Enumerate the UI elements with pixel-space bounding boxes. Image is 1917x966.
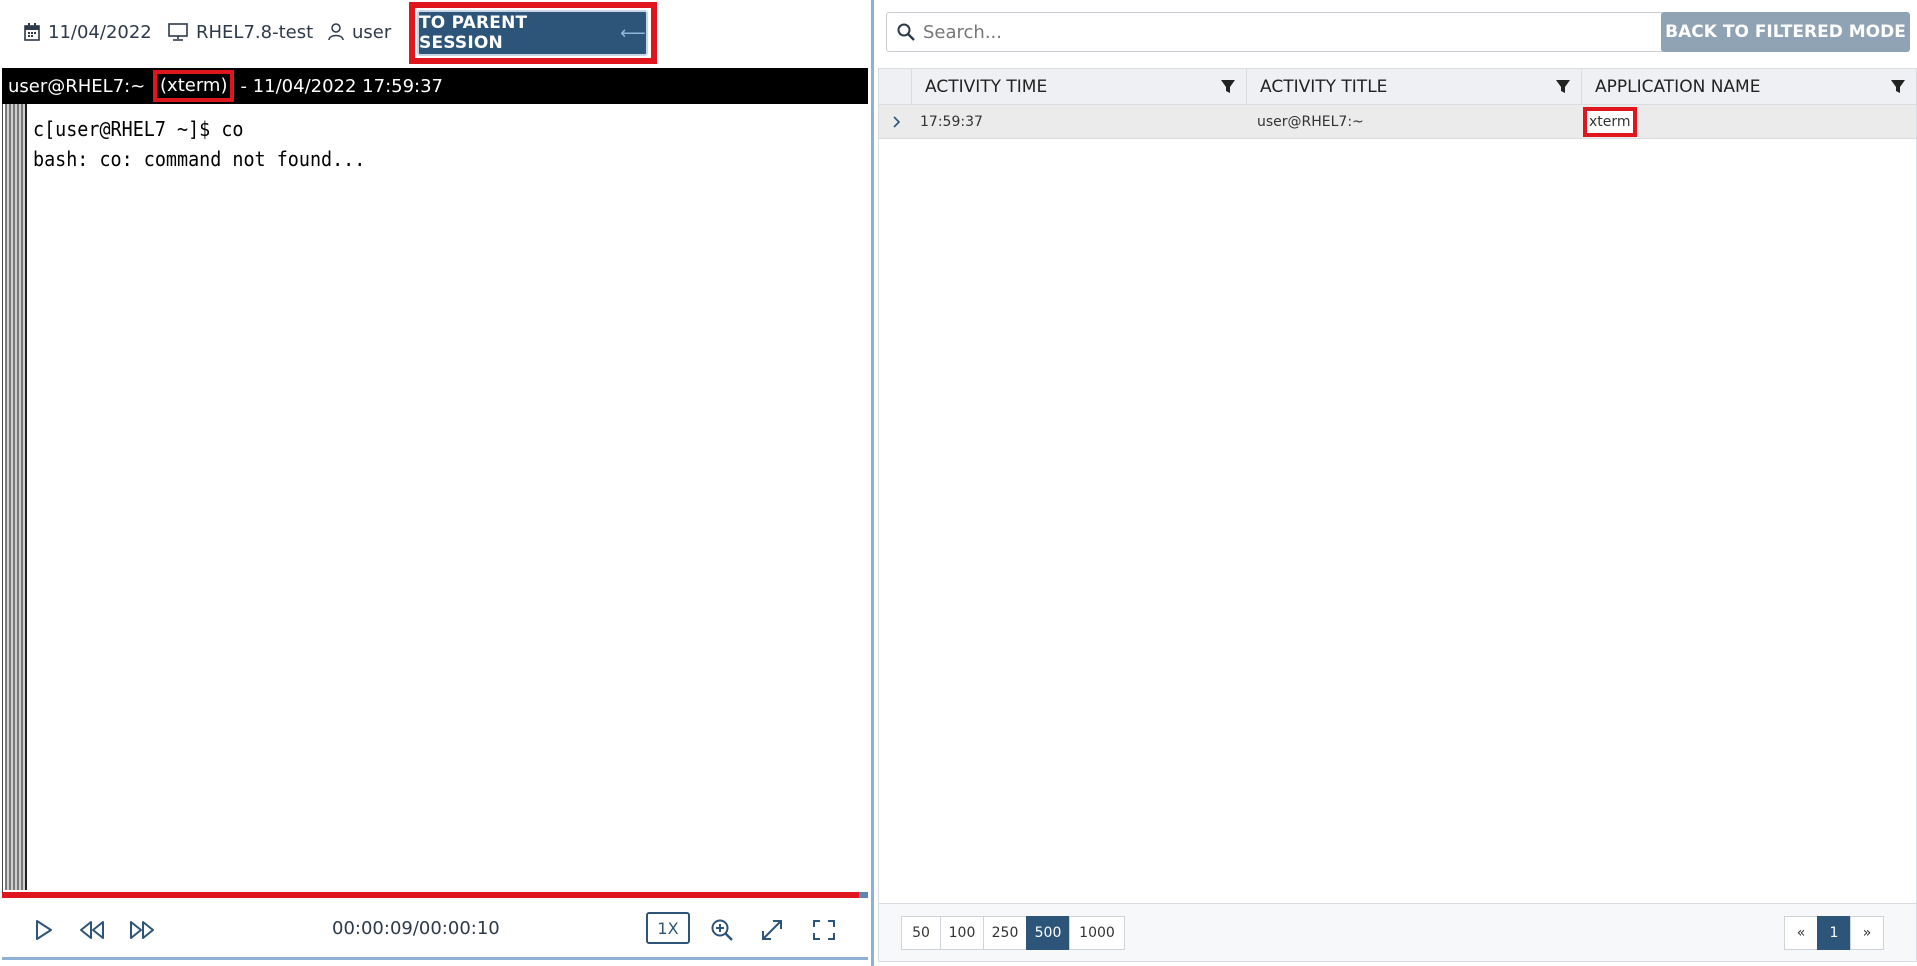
session-user: user [328, 20, 391, 44]
terminal-line: bash: co: command not found... [33, 147, 366, 171]
terminal-screen: c[user@RHEL7 ~]$ co bash: co: command not… [2, 104, 868, 892]
playback-speed-button[interactable]: 1X [646, 912, 690, 944]
column-label: APPLICATION NAME [1595, 77, 1761, 97]
filter-icon[interactable] [1220, 79, 1236, 95]
app-root: 11/04/2022 RHEL7.8-test user TO PARENT S… [0, 0, 1917, 966]
expand-icon [762, 920, 782, 940]
to-parent-session-button[interactable]: TO PARENT SESSION ⟵ [417, 10, 648, 56]
terminal-output: c[user@RHEL7 ~]$ co bash: co: command not… [33, 114, 365, 174]
cell-application-name: xterm [1583, 105, 1637, 139]
zoom-in-button[interactable] [706, 914, 738, 946]
cell-activity-time: 17:59:37 [920, 114, 983, 130]
terminal-title-prefix: user@RHEL7:~ [8, 75, 152, 97]
terminal-scrollbar[interactable] [5, 104, 27, 890]
next-page-button[interactable]: » [1850, 916, 1884, 950]
expand-button[interactable] [756, 914, 788, 946]
expand-column-header [879, 69, 911, 105]
to-parent-session-label: TO PARENT SESSION [419, 13, 528, 53]
terminal-title-suffix: - 11/04/2022 17:59:37 [240, 75, 444, 97]
expand-row-button[interactable] [893, 105, 901, 139]
column-activity-title[interactable]: ACTIVITY TITLE [1246, 69, 1581, 105]
session-host: RHEL7.8-test [168, 20, 313, 44]
session-date: 11/04/2022 [24, 20, 152, 44]
session-host-label: RHEL7.8-test [196, 21, 314, 43]
play-icon [36, 920, 52, 940]
page-size-250[interactable]: 250 [983, 916, 1027, 950]
fullscreen-icon [813, 920, 835, 940]
column-label: ACTIVITY TIME [925, 77, 1048, 97]
playback-controls: 00:00:09/00:00:10 1X [2, 898, 868, 960]
panel-divider[interactable] [871, 0, 874, 966]
table-row[interactable]: 17:59:37 user@RHEL7:~ xterm [879, 105, 1916, 139]
terminal-app-highlight: (xterm) [153, 70, 235, 102]
terminal-line: c[user@RHEL7 ~]$ co [33, 117, 244, 141]
previous-page-button[interactable]: « [1784, 916, 1818, 950]
calendar-icon [24, 23, 40, 41]
play-button[interactable] [28, 914, 60, 946]
page-size-100[interactable]: 100 [940, 916, 984, 950]
playback-time: 00:00:09/00:00:10 [332, 918, 500, 939]
fast-forward-icon [130, 921, 154, 939]
page-size-1000[interactable]: 1000 [1069, 916, 1125, 950]
zoom-in-icon [711, 919, 733, 941]
rewind-icon [80, 921, 104, 939]
column-application-name[interactable]: APPLICATION NAME [1581, 69, 1916, 105]
page-size-500[interactable]: 500 [1026, 916, 1070, 950]
arrow-left-icon: ⟵ [619, 22, 646, 44]
application-name-highlight: xterm [1583, 107, 1637, 137]
activity-table: ACTIVITY TIME ACTIVITY TITLE APPLICATION… [878, 68, 1917, 904]
pagination-bar: 50 100 250 500 1000 « 1 » [878, 904, 1917, 962]
monitor-icon [168, 23, 188, 41]
activity-table-header: ACTIVITY TIME ACTIVITY TITLE APPLICATION… [879, 69, 1916, 105]
page-1-button[interactable]: 1 [1817, 916, 1851, 950]
fast-forward-button[interactable] [126, 914, 158, 946]
cell-activity-title: user@RHEL7:~ [1257, 114, 1364, 130]
rewind-button[interactable] [76, 914, 108, 946]
activity-panel: BACK TO FILTERED MODE ACTIVITY TIME ACTI… [876, 0, 1917, 966]
column-label: ACTIVITY TITLE [1260, 77, 1388, 97]
session-player-panel: 11/04/2022 RHEL7.8-test user TO PARENT S… [0, 0, 870, 966]
filter-icon[interactable] [1555, 79, 1571, 95]
terminal-title-bar: user@RHEL7:~ (xterm) - 11/04/2022 17:59:3… [2, 68, 868, 104]
back-to-filtered-mode-button[interactable]: BACK TO FILTERED MODE [1661, 12, 1910, 52]
fullscreen-button[interactable] [808, 914, 840, 946]
search-input[interactable] [923, 21, 1623, 43]
user-icon [328, 23, 344, 41]
session-info-bar: 11/04/2022 RHEL7.8-test user TO PARENT S… [0, 0, 870, 66]
chevron-right-icon [893, 116, 901, 128]
search-box[interactable] [886, 12, 1664, 52]
page-size-50[interactable]: 50 [901, 916, 941, 950]
column-activity-time[interactable]: ACTIVITY TIME [911, 69, 1246, 105]
session-date-label: 11/04/2022 [48, 21, 152, 43]
session-user-label: user [352, 21, 392, 43]
search-icon [897, 23, 915, 41]
filter-icon[interactable] [1890, 79, 1906, 95]
